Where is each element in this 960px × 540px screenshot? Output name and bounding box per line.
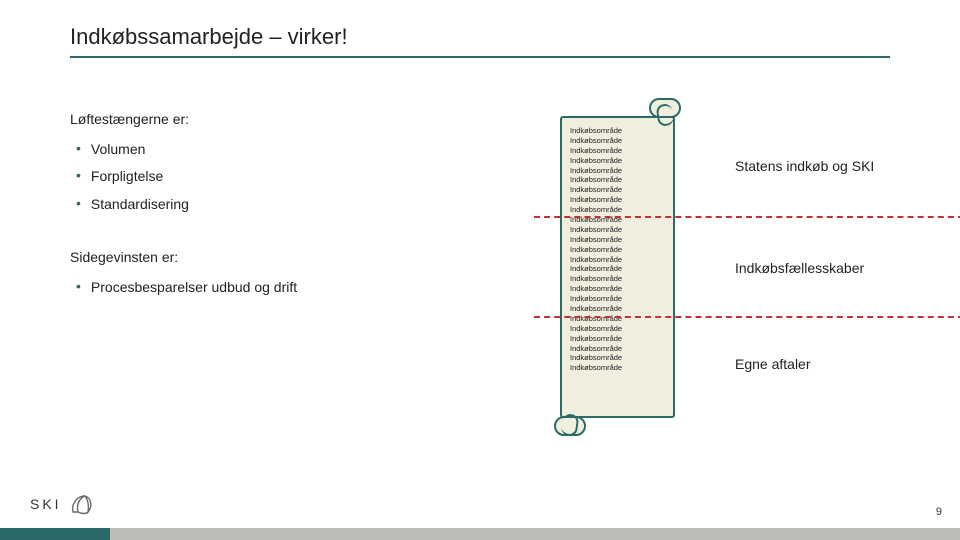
page-number: 9 xyxy=(936,506,942,518)
list-item: • Volumen xyxy=(76,140,450,160)
scroll-line-item: Indkøbsområde xyxy=(570,304,622,314)
bullet-icon: • xyxy=(76,140,81,157)
scroll-line-item: Indkøbsområde xyxy=(570,235,622,245)
category-label-1: Statens indkøb og SKI xyxy=(735,158,874,174)
scroll-curl-bottom-icon xyxy=(554,416,586,436)
scroll-line-item: Indkøbsområde xyxy=(570,146,622,156)
scroll-line-item: Indkøbsområde xyxy=(570,324,622,334)
red-divider-line xyxy=(534,216,960,218)
scroll-line-item: Indkøbsområde xyxy=(570,195,622,205)
logo-mark-icon xyxy=(68,492,94,516)
category-label-2: Indkøbsfællesskaber xyxy=(735,260,864,276)
footer-accent-bar xyxy=(0,528,960,540)
scroll-line-item: Indkøbsområde xyxy=(570,294,622,304)
bullet-list-1: • Volumen • Forpligtelse • Standardisering xyxy=(76,140,450,215)
scroll-line-item: Indkøbsområde xyxy=(570,274,622,284)
bullet-icon: • xyxy=(76,195,81,212)
bullet-icon: • xyxy=(76,278,81,295)
scroll-line-item: Indkøbsområde xyxy=(570,344,622,354)
bullet-list-2: • Procesbesparelser udbud og drift xyxy=(76,278,450,298)
scroll-line-item: Indkøbsområde xyxy=(570,126,622,136)
bullet-text: Volumen xyxy=(91,140,145,160)
section-heading-2: Sidegevinsten er: xyxy=(70,248,450,268)
scroll-graphic: IndkøbsområdeIndkøbsområdeIndkøbsområdeI… xyxy=(560,100,675,434)
scroll-line-item: Indkøbsområde xyxy=(570,185,622,195)
title-underline xyxy=(70,56,890,58)
scroll-line-item: Indkøbsområde xyxy=(570,156,622,166)
list-item: • Standardisering xyxy=(76,195,450,215)
scroll-line-item: Indkøbsområde xyxy=(570,166,622,176)
scroll-line-item: Indkøbsområde xyxy=(570,205,622,215)
scroll-line-item: Indkøbsområde xyxy=(570,136,622,146)
scroll-line-item: Indkøbsområde xyxy=(570,175,622,185)
scroll-line-item: Indkøbsområde xyxy=(570,363,622,373)
logo-text: SKI xyxy=(30,496,62,512)
list-item: • Forpligtelse xyxy=(76,167,450,187)
bullet-text: Forpligtelse xyxy=(91,167,163,187)
list-item: • Procesbesparelser udbud og drift xyxy=(76,278,450,298)
left-text-block: Løftestængerne er: • Volumen • Forpligtels… xyxy=(70,110,450,306)
footer-logo: SKI xyxy=(30,492,94,516)
scroll-line-item: Indkøbsområde xyxy=(570,245,622,255)
scroll-line-item: Indkøbsområde xyxy=(570,255,622,265)
bullet-text: Procesbesparelser udbud og drift xyxy=(91,278,297,298)
bullet-icon: • xyxy=(76,167,81,184)
scroll-line-item: Indkøbsområde xyxy=(570,284,622,294)
slide-title: Indkøbssamarbejde – virker! xyxy=(70,24,348,50)
scroll-line-item: Indkøbsområde xyxy=(570,225,622,235)
category-label-3: Egne aftaler xyxy=(735,356,811,372)
scroll-line-item: Indkøbsområde xyxy=(570,353,622,363)
bullet-text: Standardisering xyxy=(91,195,189,215)
scroll-curl-top-icon xyxy=(649,98,681,118)
section-heading-1: Løftestængerne er: xyxy=(70,110,450,130)
red-divider-line xyxy=(534,316,960,318)
scroll-line-item: Indkøbsområde xyxy=(570,264,622,274)
scroll-line-item: Indkøbsområde xyxy=(570,334,622,344)
scroll-text-list: IndkøbsområdeIndkøbsområdeIndkøbsområdeI… xyxy=(570,126,622,373)
